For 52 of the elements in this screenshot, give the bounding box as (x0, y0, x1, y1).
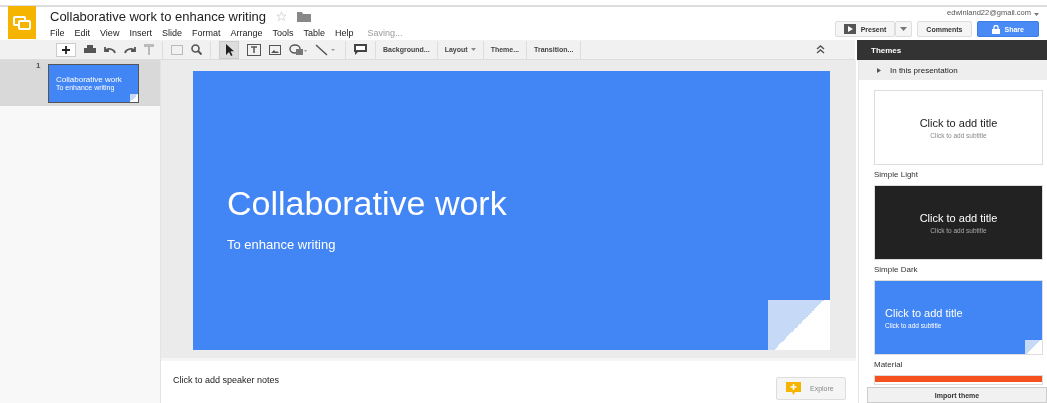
undo-icon[interactable] (104, 45, 116, 54)
comment-icon[interactable] (354, 44, 367, 55)
caret-icon[interactable] (1034, 12, 1039, 16)
new-slide-icon[interactable] (56, 42, 76, 57)
menu-item[interactable]: Insert (129, 28, 152, 38)
theme-preview-title: Click to add title (919, 116, 998, 129)
save-status: Saving... (367, 28, 403, 38)
menu-item[interactable]: View (100, 28, 120, 38)
menu-item[interactable]: Edit (74, 28, 91, 38)
menu-item[interactable]: Table (303, 28, 325, 38)
theme-section-header[interactable]: In this presentation (859, 60, 1047, 80)
caret-icon (900, 27, 908, 31)
menu-item[interactable]: Tools (272, 28, 294, 38)
shape-icon[interactable] (289, 43, 307, 56)
play-icon (843, 24, 856, 34)
slide-number: 1 (36, 61, 41, 70)
theme-name: Simple Light (874, 169, 920, 181)
zoom-icon[interactable] (191, 44, 202, 55)
redo-icon[interactable] (124, 45, 136, 54)
thumbnail-title: Collaborative work (56, 75, 123, 84)
image-icon[interactable] (269, 44, 281, 55)
speaker-notes-field[interactable]: Click to add speaker notes (173, 375, 280, 385)
page-curl-icon (768, 300, 830, 350)
line-icon[interactable] (315, 43, 337, 56)
menu-item[interactable]: File (50, 28, 65, 38)
collapse-icon[interactable] (816, 45, 825, 54)
expand-arrow-icon[interactable] (877, 67, 881, 73)
theme-preview[interactable] (874, 375, 1043, 385)
folder-icon[interactable] (297, 11, 312, 22)
theme-name: Material (874, 359, 904, 371)
menu-item[interactable]: Format (191, 28, 221, 38)
theme-name: Simple Dark (874, 264, 919, 276)
theme-preview-title: Click to add title (919, 211, 998, 224)
explore-icon (786, 382, 801, 395)
theme-section-title: In this presentation (890, 65, 958, 75)
page-curl-icon (130, 93, 138, 102)
slide-title[interactable]: Collaborative work (227, 184, 830, 223)
slide[interactable]: Collaborative work To enhance writing (193, 71, 830, 350)
document-title[interactable]: Collaborative work to enhance writing (50, 9, 267, 24)
page-curl-icon (1025, 340, 1042, 354)
menu-item[interactable]: Arrange (230, 28, 263, 38)
text-box-icon[interactable] (247, 43, 261, 56)
star-icon[interactable] (276, 11, 288, 22)
cursor-icon[interactable] (219, 40, 239, 59)
themes-panel-title: Themes (871, 45, 902, 55)
present-options-button[interactable] (895, 21, 913, 37)
menu-item[interactable]: Help (335, 28, 354, 38)
menu-item[interactable]: Slide (161, 28, 182, 38)
print-icon[interactable] (84, 44, 96, 55)
lock-icon (991, 24, 1000, 34)
theme-preview-title: Click to add title (885, 306, 963, 319)
slide-subtitle[interactable]: To enhance writing (227, 237, 830, 252)
